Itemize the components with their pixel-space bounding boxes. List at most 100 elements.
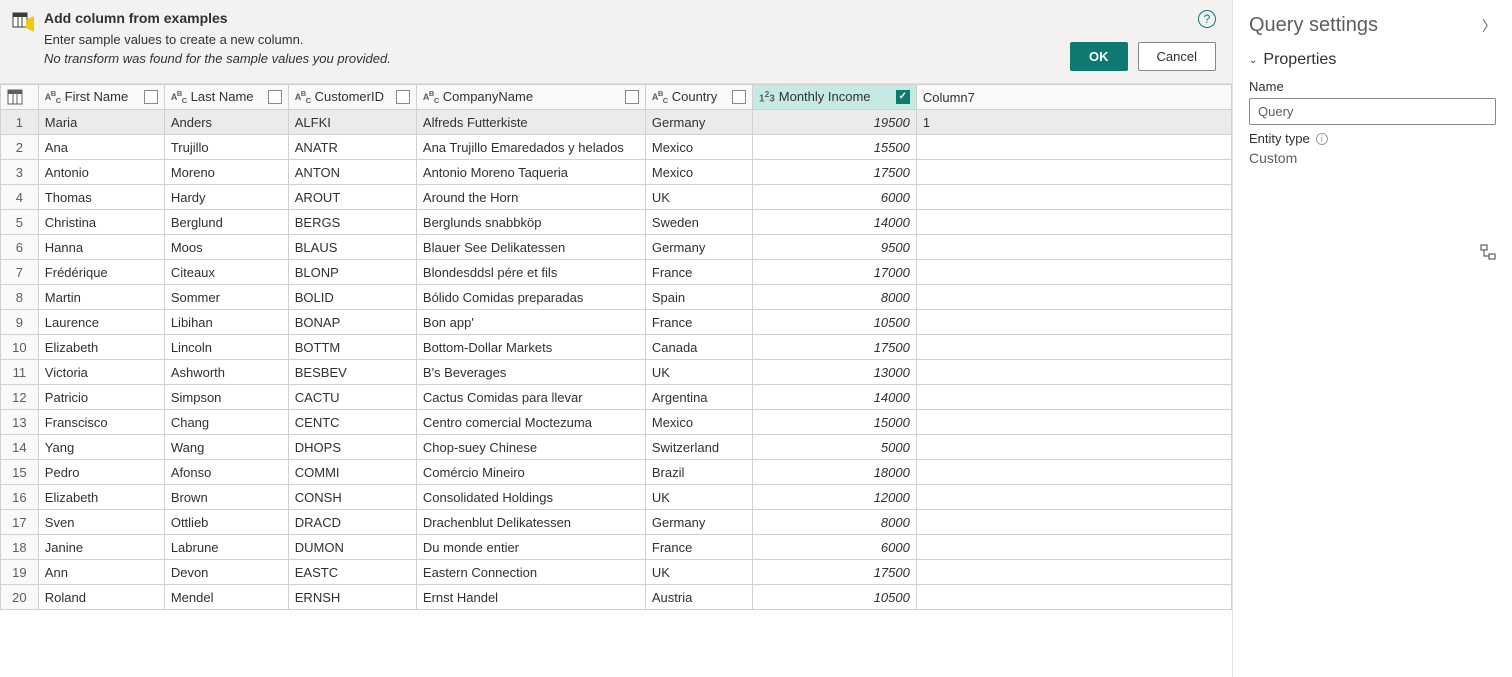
cell-customer-id[interactable]: BLONP xyxy=(288,260,416,285)
cell-customer-id[interactable]: DUMON xyxy=(288,535,416,560)
cell-first-name[interactable]: Frédérique xyxy=(38,260,164,285)
cell-country[interactable]: Spain xyxy=(645,285,752,310)
cell-customer-id[interactable]: BESBEV xyxy=(288,360,416,385)
cell-first-name[interactable]: Christina xyxy=(38,210,164,235)
cell-country[interactable]: France xyxy=(645,310,752,335)
row-number[interactable]: 18 xyxy=(1,535,39,560)
cancel-button[interactable]: Cancel xyxy=(1138,42,1216,71)
cell-company-name[interactable]: Blondesddsl pére et fils xyxy=(416,260,645,285)
cell-country[interactable]: Argentina xyxy=(645,385,752,410)
cell-first-name[interactable]: Yang xyxy=(38,435,164,460)
cell-company-name[interactable]: Centro comercial Moctezuma xyxy=(416,410,645,435)
row-number[interactable]: 7 xyxy=(1,260,39,285)
cell-first-name[interactable]: Victoria xyxy=(38,360,164,385)
cell-monthly-income[interactable]: 10500 xyxy=(753,585,917,610)
cell-monthly-income[interactable]: 6000 xyxy=(753,535,917,560)
cell-company-name[interactable]: Alfreds Futterkiste xyxy=(416,110,645,135)
cell-monthly-income[interactable]: 14000 xyxy=(753,385,917,410)
table-row[interactable]: 4ThomasHardyAROUTAround the HornUK6000 xyxy=(1,185,1232,210)
cell-company-name[interactable]: Ernst Handel xyxy=(416,585,645,610)
row-number[interactable]: 19 xyxy=(1,560,39,585)
table-row[interactable]: 13FransciscoChangCENTCCentro comercial M… xyxy=(1,410,1232,435)
row-number[interactable]: 3 xyxy=(1,160,39,185)
cell-first-name[interactable]: Sven xyxy=(38,510,164,535)
cell-customer-id[interactable]: AROUT xyxy=(288,185,416,210)
cell-first-name[interactable]: Martin xyxy=(38,285,164,310)
query-name-input[interactable] xyxy=(1249,98,1496,125)
cell-monthly-income[interactable]: 17500 xyxy=(753,560,917,585)
cell-last-name[interactable]: Citeaux xyxy=(164,260,288,285)
col-header-first-name[interactable]: ABCFirst Name xyxy=(38,85,164,110)
cell-last-name[interactable]: Labrune xyxy=(164,535,288,560)
row-number[interactable]: 12 xyxy=(1,385,39,410)
cell-country[interactable]: Brazil xyxy=(645,460,752,485)
row-number[interactable]: 20 xyxy=(1,585,39,610)
cell-new-column[interactable] xyxy=(916,460,1231,485)
table-row[interactable]: 19AnnDevonEASTCEastern ConnectionUK17500 xyxy=(1,560,1232,585)
cell-customer-id[interactable]: BLAUS xyxy=(288,235,416,260)
col-header-last-name[interactable]: ABCLast Name xyxy=(164,85,288,110)
table-row[interactable]: 20RolandMendelERNSHErnst HandelAustria10… xyxy=(1,585,1232,610)
cell-customer-id[interactable]: ERNSH xyxy=(288,585,416,610)
cell-first-name[interactable]: Elizabeth xyxy=(38,485,164,510)
cell-company-name[interactable]: Consolidated Holdings xyxy=(416,485,645,510)
select-all-corner[interactable] xyxy=(1,85,39,110)
cell-last-name[interactable]: Afonso xyxy=(164,460,288,485)
cell-new-column[interactable]: 1 xyxy=(916,110,1231,135)
cell-customer-id[interactable]: ANTON xyxy=(288,160,416,185)
cell-country[interactable]: Austria xyxy=(645,585,752,610)
col-header-company-name[interactable]: ABCCompanyName xyxy=(416,85,645,110)
table-row[interactable]: 5ChristinaBerglundBERGSBerglunds snabbkö… xyxy=(1,210,1232,235)
col-header-country[interactable]: ABCCountry xyxy=(645,85,752,110)
cell-country[interactable]: Mexico xyxy=(645,410,752,435)
row-number[interactable]: 15 xyxy=(1,460,39,485)
cell-company-name[interactable]: Bon app' xyxy=(416,310,645,335)
table-row[interactable]: 7FrédériqueCiteauxBLONPBlondesddsl pére … xyxy=(1,260,1232,285)
row-number[interactable]: 6 xyxy=(1,235,39,260)
cell-first-name[interactable]: Franscisco xyxy=(38,410,164,435)
cell-new-column[interactable] xyxy=(916,435,1231,460)
cell-country[interactable]: UK xyxy=(645,560,752,585)
table-row[interactable]: 3AntonioMorenoANTONAntonio Moreno Taquer… xyxy=(1,160,1232,185)
col-checkbox[interactable] xyxy=(732,90,746,104)
cell-new-column[interactable] xyxy=(916,485,1231,510)
table-row[interactable]: 9LaurenceLibihanBONAPBon app'France10500 xyxy=(1,310,1232,335)
cell-country[interactable]: Mexico xyxy=(645,135,752,160)
table-row[interactable]: 10ElizabethLincolnBOTTMBottom-Dollar Mar… xyxy=(1,335,1232,360)
cell-customer-id[interactable]: BONAP xyxy=(288,310,416,335)
cell-last-name[interactable]: Simpson xyxy=(164,385,288,410)
cell-new-column[interactable] xyxy=(916,535,1231,560)
cell-last-name[interactable]: Moos xyxy=(164,235,288,260)
col-header-monthly-income[interactable]: 123Monthly Income xyxy=(753,85,917,110)
properties-section-toggle[interactable]: ⌄ Properties xyxy=(1249,51,1496,69)
cell-new-column[interactable] xyxy=(916,335,1231,360)
cell-new-column[interactable] xyxy=(916,410,1231,435)
cell-monthly-income[interactable]: 17500 xyxy=(753,160,917,185)
cell-last-name[interactable]: Ashworth xyxy=(164,360,288,385)
cell-country[interactable]: Germany xyxy=(645,110,752,135)
cell-monthly-income[interactable]: 17500 xyxy=(753,335,917,360)
cell-country[interactable]: UK xyxy=(645,185,752,210)
row-number[interactable]: 14 xyxy=(1,435,39,460)
cell-customer-id[interactable]: CENTC xyxy=(288,410,416,435)
cell-new-column[interactable] xyxy=(916,135,1231,160)
cell-new-column[interactable] xyxy=(916,235,1231,260)
table-row[interactable]: 8MartinSommerBOLIDBólido Comidas prepara… xyxy=(1,285,1232,310)
col-header-new[interactable]: Column7 ABC1231Sign of Monthly IncomeABC… xyxy=(916,85,1231,110)
cell-customer-id[interactable]: BOTTM xyxy=(288,335,416,360)
cell-company-name[interactable]: Bólido Comidas preparadas xyxy=(416,285,645,310)
cell-customer-id[interactable]: DRACD xyxy=(288,510,416,535)
cell-company-name[interactable]: Drachenblut Delikatessen xyxy=(416,510,645,535)
table-row[interactable]: 18JanineLabruneDUMONDu monde entierFranc… xyxy=(1,535,1232,560)
table-row[interactable]: 14YangWangDHOPSChop-suey ChineseSwitzerl… xyxy=(1,435,1232,460)
cell-first-name[interactable]: Pedro xyxy=(38,460,164,485)
table-row[interactable]: 16ElizabethBrownCONSHConsolidated Holdin… xyxy=(1,485,1232,510)
cell-last-name[interactable]: Ottlieb xyxy=(164,510,288,535)
col-checkbox[interactable] xyxy=(396,90,410,104)
row-number[interactable]: 4 xyxy=(1,185,39,210)
col-header-customer-id[interactable]: ABCCustomerID xyxy=(288,85,416,110)
cell-first-name[interactable]: Janine xyxy=(38,535,164,560)
table-row[interactable]: 1MariaAndersALFKIAlfreds FutterkisteGerm… xyxy=(1,110,1232,135)
cell-country[interactable]: Canada xyxy=(645,335,752,360)
cell-country[interactable]: Switzerland xyxy=(645,435,752,460)
